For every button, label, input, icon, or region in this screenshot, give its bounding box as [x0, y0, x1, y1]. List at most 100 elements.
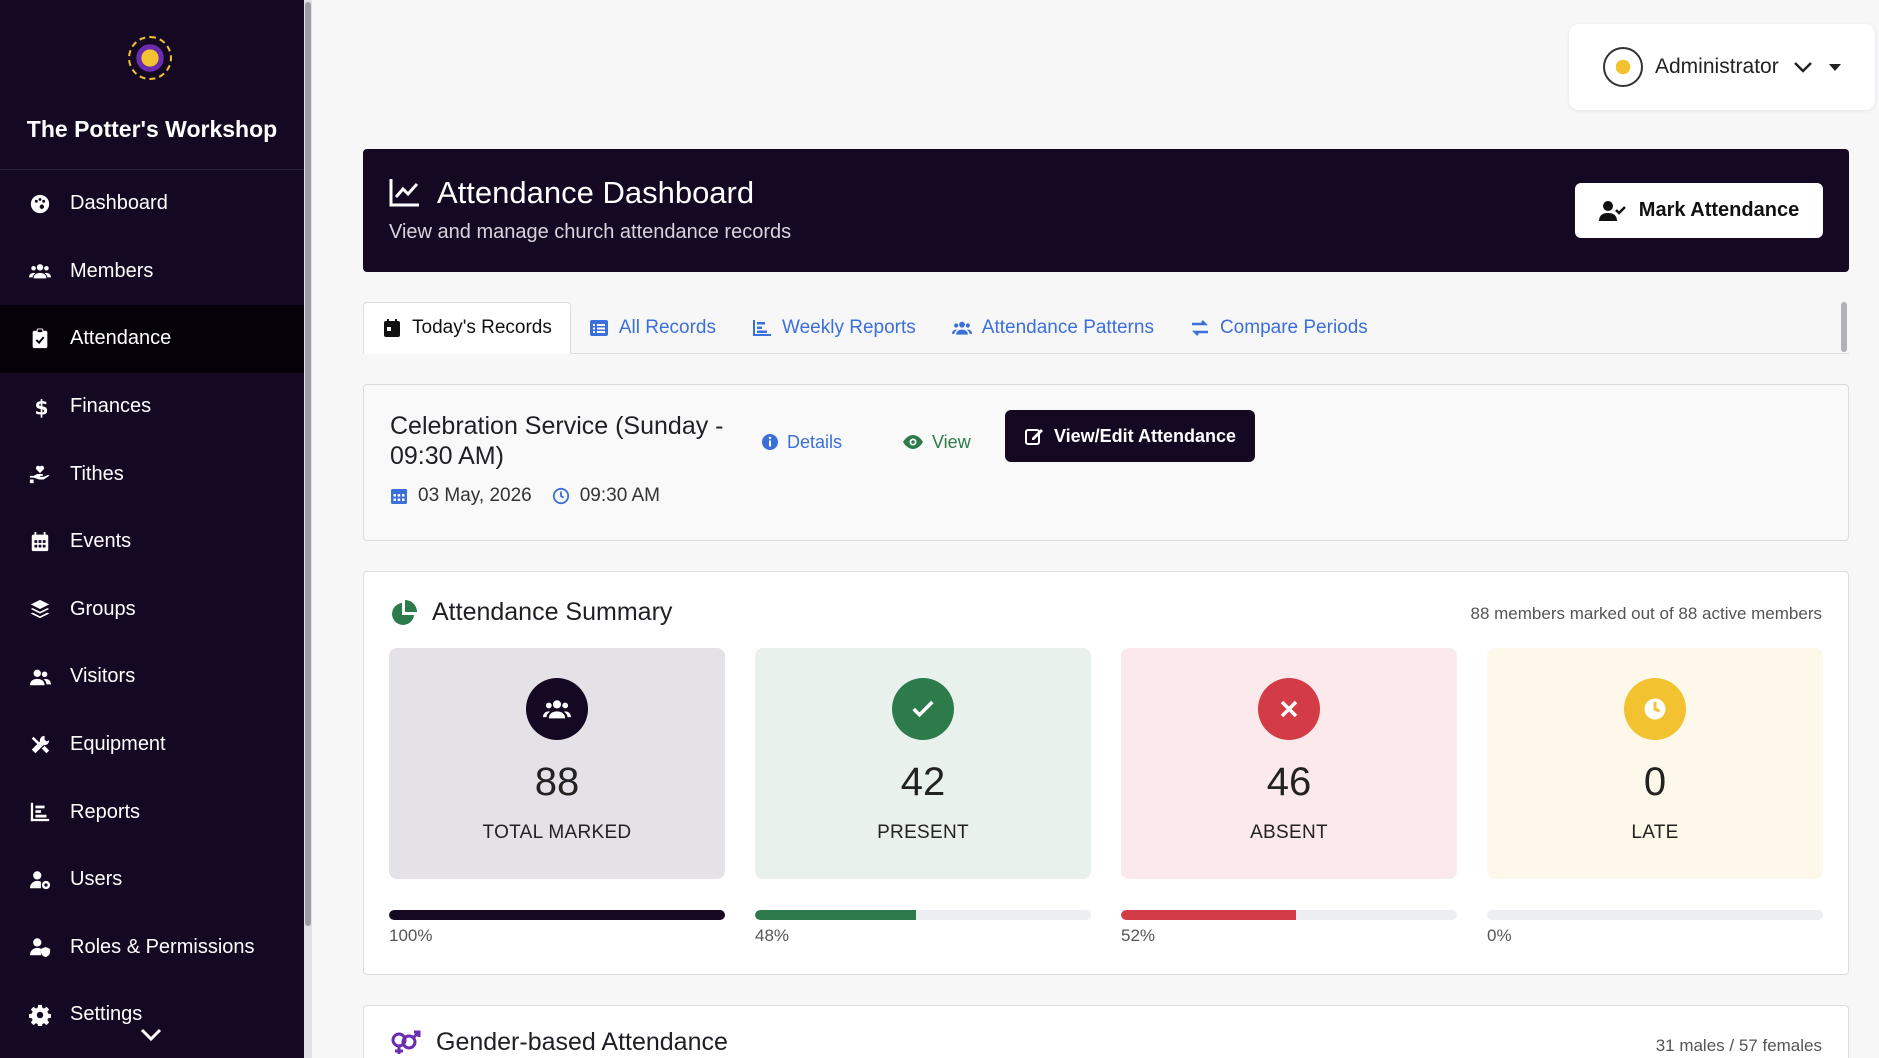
sidebar-scrollbar[interactable]	[304, 0, 312, 1058]
sidebar-item-members[interactable]: Members	[0, 238, 304, 306]
layers-icon	[28, 597, 52, 621]
info-circle-icon	[762, 434, 778, 450]
tab-attendance-patterns[interactable]: Attendance Patterns	[934, 302, 1172, 353]
view-edit-label: View/Edit Attendance	[1053, 425, 1237, 446]
sidebar-item-label: Attendance	[70, 327, 172, 350]
service-date: 03 May, 2026	[418, 485, 532, 506]
gear-icon	[28, 1003, 52, 1027]
sidebar-item-visitors[interactable]: Visitors	[0, 643, 304, 711]
pie-chart-icon	[392, 599, 417, 625]
view-link[interactable]: View	[902, 427, 971, 457]
chart-bar-icon	[753, 319, 772, 336]
tab-label: Today's Records	[412, 317, 552, 338]
brand-logo[interactable]	[128, 36, 172, 80]
calendar-day-icon	[384, 319, 400, 337]
tab-label: Weekly Reports	[782, 316, 916, 338]
sidebar-item-attendance[interactable]: Attendance	[0, 305, 304, 373]
mark-attendance-button[interactable]: Mark Attendance	[1575, 183, 1823, 238]
clock-icon	[552, 487, 569, 505]
sidebar-item-label: Equipment	[70, 733, 166, 756]
tab-all-records[interactable]: All Records	[571, 302, 734, 353]
dollar-icon: $	[28, 395, 52, 419]
service-datetime: 03 May, 2026 09:30 AM	[390, 485, 660, 507]
progress-fill	[389, 910, 725, 920]
tools-icon	[28, 733, 52, 757]
tab-weekly-reports[interactable]: Weekly Reports	[734, 302, 934, 353]
palette-icon	[28, 192, 52, 216]
hand-holding-heart-icon	[28, 462, 52, 486]
gender-heading: Gender-based Attendance	[390, 1028, 728, 1057]
sidebar: The Potter's Workshop Dashboard Members …	[0, 0, 304, 1058]
sidebar-item-label: Roles & Permissions	[70, 935, 255, 958]
tab-compare-periods[interactable]: Compare Periods	[1172, 302, 1386, 353]
sidebar-item-finances[interactable]: $ Finances	[0, 373, 304, 441]
check-icon	[892, 678, 954, 740]
sidebar-item-label: Settings	[70, 1003, 143, 1026]
chevron-down-icon[interactable]	[140, 1028, 162, 1042]
service-card: Celebration Service (Sunday - 09:30 AM) …	[363, 384, 1849, 541]
sidebar-item-users[interactable]: Users	[0, 846, 304, 914]
sidebar-item-reports[interactable]: Reports	[0, 778, 304, 846]
user-name: Administrator	[1655, 55, 1779, 78]
details-label: Details	[787, 431, 843, 452]
brand-title: The Potter's Workshop	[26, 116, 278, 142]
chart-bar-icon	[28, 800, 52, 824]
sidebar-item-label: Events	[70, 530, 132, 553]
gender-meta: 31 males / 57 females	[1655, 1036, 1822, 1055]
view-edit-attendance-button[interactable]: View/Edit Attendance	[1005, 410, 1255, 462]
sidebar-item-label: Members	[70, 259, 154, 282]
stat-card-absent: 46 ABSENT	[1121, 648, 1457, 879]
sidebar-item-dashboard[interactable]: Dashboard	[0, 170, 304, 238]
svg-text:$: $	[35, 396, 49, 418]
sidebar-item-label: Tithes	[70, 462, 124, 485]
page-header: Attendance Dashboard View and manage chu…	[363, 149, 1849, 272]
users-icon	[28, 259, 52, 283]
mark-attendance-label: Mark Attendance	[1638, 199, 1800, 221]
close-icon	[1258, 678, 1320, 740]
percent-label: 52%	[1121, 926, 1156, 945]
progress-bar-absent	[1121, 910, 1457, 920]
tabs-scrollbar[interactable]	[1841, 302, 1847, 352]
tab-label: Compare Periods	[1219, 316, 1368, 338]
sidebar-item-groups[interactable]: Groups	[0, 576, 304, 644]
user-menu[interactable]: Administrator	[1569, 24, 1875, 110]
gender-title: Gender-based Attendance	[436, 1028, 728, 1056]
summary-heading: Attendance Summary	[390, 598, 672, 627]
sidebar-item-label: Finances	[70, 395, 152, 418]
tab-todays-records[interactable]: Today's Records	[363, 302, 571, 354]
sidebar-item-label: Groups	[70, 597, 136, 620]
stat-label: TOTAL MARKED	[482, 822, 632, 843]
users-icon	[951, 321, 972, 335]
progress-fill	[1121, 910, 1296, 920]
sidebar-item-events[interactable]: Events	[0, 508, 304, 576]
summary-title: Attendance Summary	[432, 598, 673, 626]
clock-icon	[1624, 678, 1686, 740]
calendar-icon	[28, 530, 52, 554]
sidebar-item-label: Dashboard	[70, 192, 168, 215]
chevron-down-icon	[1793, 62, 1812, 73]
tab-label: Attendance Patterns	[981, 316, 1154, 338]
stat-label: PRESENT	[877, 822, 969, 843]
progress-fill	[755, 910, 917, 920]
sidebar-item-label: Visitors	[70, 665, 136, 688]
view-label: View	[932, 431, 971, 452]
service-title: Celebration Service (Sunday - 09:30 AM)	[390, 412, 724, 470]
stat-value: 88	[534, 760, 580, 804]
chart-line-icon	[389, 179, 419, 207]
user-friends-icon	[28, 665, 52, 689]
sidebar-item-tithes[interactable]: Tithes	[0, 440, 304, 508]
stat-label: ABSENT	[1250, 822, 1328, 843]
brand: The Potter's Workshop	[0, 0, 304, 170]
edit-icon	[1024, 429, 1043, 445]
details-link[interactable]: Details	[761, 427, 842, 457]
user-cog-icon	[28, 868, 52, 892]
sidebar-item-roles-permissions[interactable]: Roles & Permissions	[0, 914, 304, 982]
user-shield-icon	[28, 935, 52, 959]
exchange-icon	[1191, 319, 1208, 336]
sidebar-item-equipment[interactable]: Equipment	[0, 711, 304, 779]
summary-meta: 88 members marked out of 88 active membe…	[1470, 604, 1822, 623]
attendance-summary-card: Attendance Summary 88 members marked out…	[363, 571, 1849, 975]
page-title: Attendance Dashboard	[437, 175, 755, 210]
user-check-icon	[1598, 200, 1626, 221]
gender-attendance-card: Gender-based Attendance 31 males / 57 fe…	[363, 1005, 1849, 1058]
